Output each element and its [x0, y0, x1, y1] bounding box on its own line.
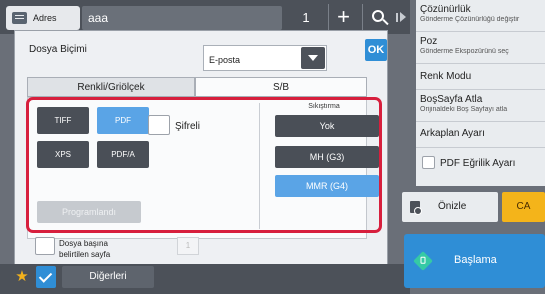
- resolution-title: Çözünürlük: [420, 4, 471, 15]
- exposure-title: Poz: [420, 36, 438, 47]
- file-per-page-checkbox[interactable]: [35, 237, 55, 255]
- favorite-star-icon[interactable]: ★: [12, 266, 32, 288]
- pdf-skew-item[interactable]: PDF Eğrilik Ayarı: [416, 148, 545, 178]
- pdf-skew-checkbox[interactable]: [422, 156, 435, 169]
- add-address-button[interactable]: +: [328, 4, 358, 32]
- copies-count: 1: [302, 10, 310, 25]
- ok-button[interactable]: OK: [365, 39, 387, 61]
- file-per-page-label-line2: belirtilen sayfa: [59, 250, 111, 259]
- blank-page-skip-subtitle: Orijinaldeki Boş Sayfayı atla: [420, 106, 508, 113]
- background-setting-item[interactable]: Arkaplan Ayarı: [416, 122, 545, 148]
- resolution-item[interactable]: Çözünürlük Gönderme Çözünürlüğü değiştir: [416, 0, 545, 32]
- file-per-page-label: Dosya başına belirtilen sayfa: [59, 238, 149, 260]
- pdf-skew-title: PDF Eğrilik Ayarı: [440, 158, 516, 169]
- tab-color-grayscale[interactable]: Renkli/Griölçek: [27, 77, 195, 97]
- address-book-label: Adres: [33, 13, 57, 23]
- top-bar: Adres aaa 1 +: [0, 0, 410, 34]
- chevron-down-icon[interactable]: [301, 47, 325, 69]
- file-per-page-label-line1: Dosya başına: [59, 239, 108, 248]
- highlight-frame: [26, 97, 382, 233]
- blank-page-skip-title: BoşSayfa Atla: [420, 94, 483, 105]
- address-field[interactable]: aaa: [82, 6, 282, 30]
- tab-black-white[interactable]: S/B: [195, 77, 367, 97]
- address-book-icon: [12, 12, 27, 24]
- search-button[interactable]: [362, 4, 392, 32]
- screen: Adres aaa 1 + Dosya Biçimi E-posta OK Re…: [0, 0, 545, 294]
- color-mode-item[interactable]: Renk Modu: [416, 64, 545, 90]
- file-per-page-input[interactable]: 1: [177, 237, 199, 255]
- others-button[interactable]: Diğerleri: [62, 266, 154, 288]
- preview-label: Önizle: [438, 201, 467, 212]
- color-mode-title: Renk Modu: [420, 71, 472, 82]
- address-book-button[interactable]: Adres: [6, 6, 80, 30]
- collapse-panel-icon[interactable]: [396, 12, 408, 24]
- start-label: Başlama: [454, 254, 497, 266]
- start-icon: [413, 251, 433, 271]
- file-format-title: Dosya Biçimi: [29, 44, 87, 55]
- preview-button[interactable]: Önizle: [402, 192, 498, 222]
- exposure-subtitle: Gönderme Ekspozürünü seç: [420, 48, 509, 55]
- blank-page-skip-item[interactable]: BoşSayfa Atla Orijinaldeki Boş Sayfayı a…: [416, 90, 545, 122]
- exposure-item[interactable]: Poz Gönderme Ekspozürünü seç: [416, 32, 545, 64]
- preview-icon: [410, 201, 422, 215]
- resolution-subtitle: Gönderme Çözünürlüğü değiştir: [420, 16, 520, 23]
- start-button[interactable]: Başlama: [404, 234, 545, 288]
- background-setting-title: Arkaplan Ayarı: [420, 128, 485, 139]
- checkmark-icon[interactable]: [36, 266, 56, 288]
- clear-all-button[interactable]: CA: [502, 192, 545, 222]
- right-panel: Çözünürlük Gönderme Çözünürlüğü değiştir…: [416, 0, 545, 186]
